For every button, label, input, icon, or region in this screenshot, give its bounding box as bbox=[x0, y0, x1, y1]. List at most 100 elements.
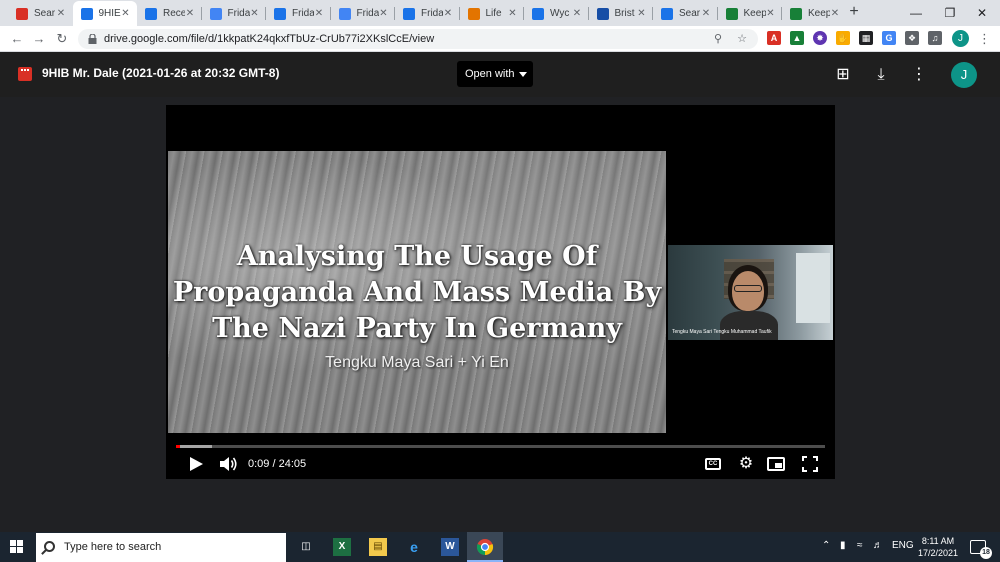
browser-tab[interactable]: Rece ✕ bbox=[137, 1, 201, 26]
task-view-icon[interactable]: ◫ bbox=[297, 538, 315, 556]
participant-name: Tengku Maya Sari Tengku Muhammad Taufik bbox=[672, 329, 772, 335]
zoom-icon[interactable]: ⚲ bbox=[710, 31, 726, 47]
video-file-icon bbox=[18, 67, 32, 81]
lock-icon[interactable] bbox=[88, 34, 97, 44]
notification-center-icon[interactable]: 18 bbox=[970, 540, 992, 559]
speaker-icon[interactable]: ♬ bbox=[873, 540, 883, 551]
browser-tab[interactable]: Wyc ✕ bbox=[524, 1, 588, 26]
progress-bar[interactable] bbox=[176, 445, 825, 448]
bookmark-star-icon[interactable]: ☆ bbox=[734, 31, 750, 47]
tab-close-icon[interactable]: ✕ bbox=[830, 8, 840, 19]
chrome-profile-avatar[interactable]: J bbox=[952, 30, 969, 47]
tab-close-icon[interactable]: ✕ bbox=[379, 8, 389, 19]
browser-tab[interactable]: Brist ✕ bbox=[589, 1, 653, 26]
chrome-taskbar-active[interactable] bbox=[467, 532, 503, 562]
browser-tab[interactable]: Sear ✕ bbox=[653, 1, 717, 26]
green-plus-icon bbox=[725, 7, 738, 20]
google-drive-icon bbox=[145, 7, 157, 20]
browser-tab[interactable]: Frida ✕ bbox=[266, 1, 330, 26]
video-player[interactable]: Analysing The Usage Of Propaganda And Ma… bbox=[166, 105, 835, 479]
browser-tab[interactable]: Frida ✕ bbox=[331, 1, 395, 26]
grid-extension-icon[interactable]: ▦ bbox=[859, 31, 873, 45]
volume-icon[interactable] bbox=[218, 454, 240, 474]
account-avatar[interactable]: J bbox=[951, 62, 977, 88]
browser-tab[interactable]: Life ✕ bbox=[460, 1, 524, 26]
tray-chevron-up-icon[interactable]: ⌃ bbox=[822, 540, 830, 551]
browser-tab[interactable]: Frida ✕ bbox=[395, 1, 459, 26]
search-icon bbox=[44, 541, 55, 552]
green-extension-icon[interactable]: ▲ bbox=[790, 31, 804, 45]
reload-button[interactable]: ↻ bbox=[53, 30, 71, 48]
tab-close-icon[interactable]: ✕ bbox=[766, 8, 776, 19]
more-options-icon[interactable]: ⋮ bbox=[908, 64, 930, 86]
tab-close-icon[interactable]: ✕ bbox=[250, 8, 260, 19]
url-text[interactable]: drive.google.com/file/d/1kkpatK24qkxfTbU… bbox=[104, 33, 434, 45]
tab-close-icon[interactable]: ✕ bbox=[572, 8, 582, 19]
slide-title-line: Propaganda And Mass Media By bbox=[172, 277, 662, 308]
tab-title: Sear bbox=[679, 8, 701, 19]
translate-extension-icon[interactable]: G bbox=[882, 31, 896, 45]
close-window-button[interactable]: ✕ bbox=[962, 0, 1000, 26]
file-title: 9HIB Mr. Dale (2021-01-26 at 20:32 GMT-8… bbox=[42, 66, 280, 80]
tab-close-icon[interactable]: ✕ bbox=[443, 8, 453, 19]
windows-start-icon[interactable] bbox=[10, 540, 24, 554]
tab-close-icon[interactable]: ✕ bbox=[314, 8, 324, 19]
tab-close-icon[interactable]: ✕ bbox=[508, 8, 518, 19]
taskbar-clock[interactable]: 8:11 AM 17/2/2021 bbox=[915, 535, 961, 559]
blue-bars-icon bbox=[532, 7, 544, 20]
excel-icon[interactable]: X bbox=[333, 538, 351, 556]
language-indicator[interactable]: ENG bbox=[892, 540, 914, 551]
add-to-drive-icon[interactable]: ⊞ bbox=[832, 64, 854, 86]
word-icon[interactable]: W bbox=[441, 538, 459, 556]
edge-icon[interactable]: e bbox=[405, 538, 423, 556]
slide-title-line: The Nazi Party In Germany bbox=[212, 313, 622, 344]
wifi-icon[interactable]: ≈ bbox=[857, 540, 863, 551]
tab-title: Brist bbox=[614, 8, 635, 19]
slide-title-line: Analysing The Usage Of bbox=[236, 241, 598, 272]
back-button[interactable]: ← bbox=[8, 30, 26, 48]
chrome-menu-icon[interactable]: ⋮ bbox=[978, 30, 991, 48]
captions-icon[interactable]: CC bbox=[705, 458, 721, 470]
google-docs-icon bbox=[338, 7, 351, 20]
green-plus-icon bbox=[790, 7, 802, 20]
play-icon[interactable] bbox=[186, 454, 208, 474]
omnibox[interactable]: drive.google.com/file/d/1kkpatK24qkxfTbU… bbox=[78, 29, 758, 49]
chevron-down-icon bbox=[519, 72, 527, 77]
file-explorer-icon[interactable]: ▤ bbox=[369, 538, 387, 556]
slide-subtitle: Tengku Maya Sari + Yi En bbox=[325, 354, 509, 371]
battery-icon[interactable]: ▮ bbox=[840, 540, 846, 551]
tab-title: Life bbox=[485, 8, 502, 19]
fullscreen-icon[interactable] bbox=[802, 456, 818, 472]
forward-button[interactable]: → bbox=[30, 30, 48, 48]
tab-title: Frida bbox=[356, 8, 379, 19]
pdf-extension-icon[interactable]: A bbox=[767, 31, 781, 45]
tab-close-icon[interactable]: ✕ bbox=[56, 8, 66, 19]
open-with-button[interactable]: Open with bbox=[457, 61, 533, 87]
tab-close-icon[interactable]: ✕ bbox=[701, 8, 711, 19]
browser-tab[interactable]: 9HIE ✕ bbox=[72, 1, 137, 26]
chrome-icon bbox=[476, 539, 494, 556]
tab-title: Frida bbox=[227, 8, 250, 19]
browser-tab[interactable]: Keep ✕ bbox=[718, 1, 782, 26]
new-tab-button[interactable]: + bbox=[845, 3, 863, 21]
media-control-icon[interactable]: ♫ bbox=[928, 31, 942, 45]
tab-close-icon[interactable]: ✕ bbox=[185, 8, 195, 19]
tab-title: Sear bbox=[34, 8, 56, 19]
miniplayer-icon[interactable] bbox=[767, 457, 785, 471]
extensions-puzzle-icon[interactable]: ❖ bbox=[905, 31, 919, 45]
b-square-icon bbox=[596, 7, 609, 20]
hand-extension-icon[interactable]: ✋ bbox=[836, 31, 850, 45]
settings-gear-icon[interactable]: ⚙ bbox=[737, 455, 755, 473]
progress-loaded bbox=[176, 445, 212, 448]
tab-title: Wyc bbox=[550, 8, 570, 19]
tab-title: Frida bbox=[421, 8, 443, 19]
taskbar-search-input[interactable]: Type here to search bbox=[36, 533, 286, 562]
download-icon[interactable]: ⤓ bbox=[870, 64, 892, 86]
browser-tab[interactable]: Frida ✕ bbox=[202, 1, 266, 26]
browser-tab[interactable]: Sear ✕ bbox=[8, 1, 72, 26]
tab-close-icon[interactable]: ✕ bbox=[637, 8, 647, 19]
tab-close-icon[interactable]: ✕ bbox=[121, 8, 131, 19]
clock-time: 8:11 AM bbox=[921, 536, 955, 546]
browser-tab[interactable]: Keep ✕ bbox=[782, 1, 846, 26]
purple-extension-icon[interactable]: ✸ bbox=[813, 31, 827, 45]
